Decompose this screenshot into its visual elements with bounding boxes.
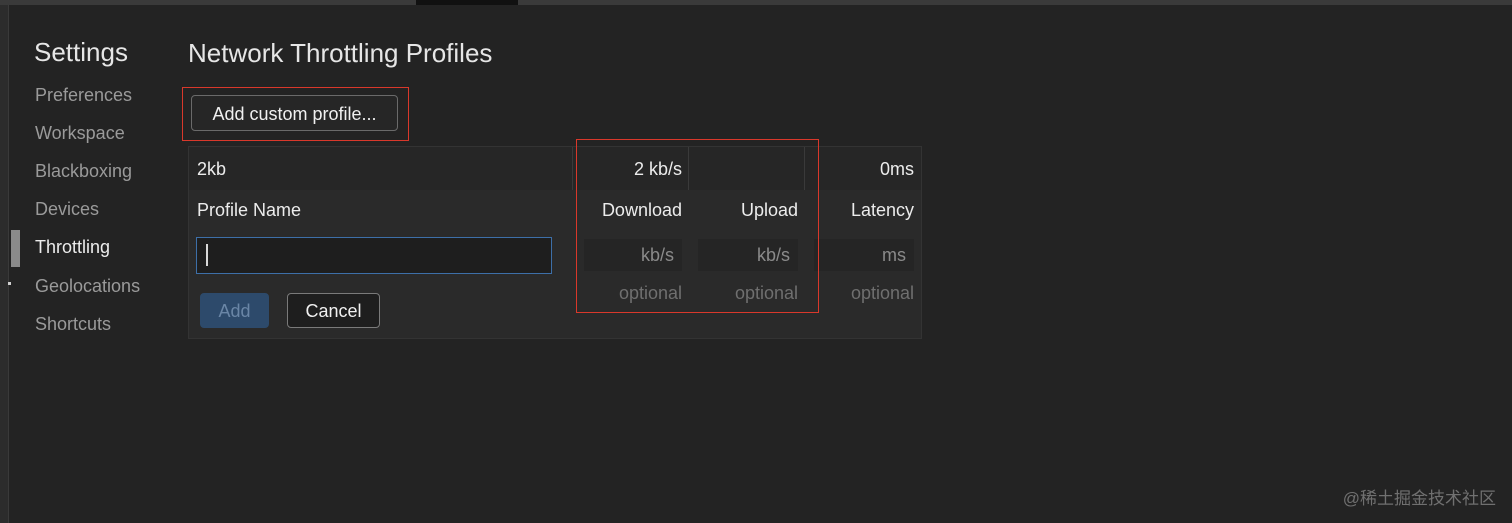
page-title: Network Throttling Profiles <box>188 38 493 68</box>
sidebar-item-shortcuts[interactable]: Shortcuts <box>35 314 111 335</box>
active-item-indicator <box>11 230 20 267</box>
column-divider <box>804 147 805 190</box>
sidebar-item-preferences[interactable]: Preferences <box>35 85 132 106</box>
settings-window: Settings Preferences Workspace Blackboxi… <box>0 0 1512 523</box>
profile-name-input[interactable] <box>196 237 552 274</box>
latency-hint: optional <box>850 283 914 303</box>
left-edge-panel <box>0 5 9 523</box>
add-button[interactable]: Add <box>200 293 269 328</box>
profile-latency-cell[interactable]: 0ms <box>812 159 914 180</box>
window-top-border <box>0 0 1512 5</box>
column-divider <box>688 147 689 190</box>
download-header: Download <box>601 200 682 220</box>
sidebar-item-throttling[interactable]: Throttling <box>35 237 110 258</box>
download-input[interactable]: kb/s <box>584 239 682 271</box>
sidebar-item-blackboxing[interactable]: Blackboxing <box>35 161 132 182</box>
profile-name-cell[interactable]: 2kb <box>197 159 226 180</box>
cancel-button[interactable]: Cancel <box>287 293 380 328</box>
sidebar-item-devices[interactable]: Devices <box>35 199 99 220</box>
add-custom-profile-button[interactable]: Add custom profile... <box>191 95 398 131</box>
edge-dot <box>8 282 11 285</box>
sidebar-item-geolocations[interactable]: Geolocations <box>35 276 140 297</box>
column-divider <box>572 147 573 190</box>
upload-input[interactable]: kb/s <box>698 239 798 271</box>
watermark-text: @稀土掘金技术社区 <box>1342 489 1496 508</box>
upload-hint: optional <box>734 283 798 303</box>
download-hint: optional <box>618 283 682 303</box>
profile-name-header: Profile Name <box>197 200 302 220</box>
sidebar-item-workspace[interactable]: Workspace <box>35 123 125 144</box>
upload-header: Upload <box>740 200 798 220</box>
profile-download-cell[interactable]: 2 kb/s <box>580 159 682 180</box>
window-top-tab <box>416 0 518 5</box>
settings-title: Settings <box>34 37 128 67</box>
latency-header: Latency <box>850 200 914 220</box>
text-caret <box>206 244 208 266</box>
latency-input[interactable]: ms <box>814 239 914 271</box>
